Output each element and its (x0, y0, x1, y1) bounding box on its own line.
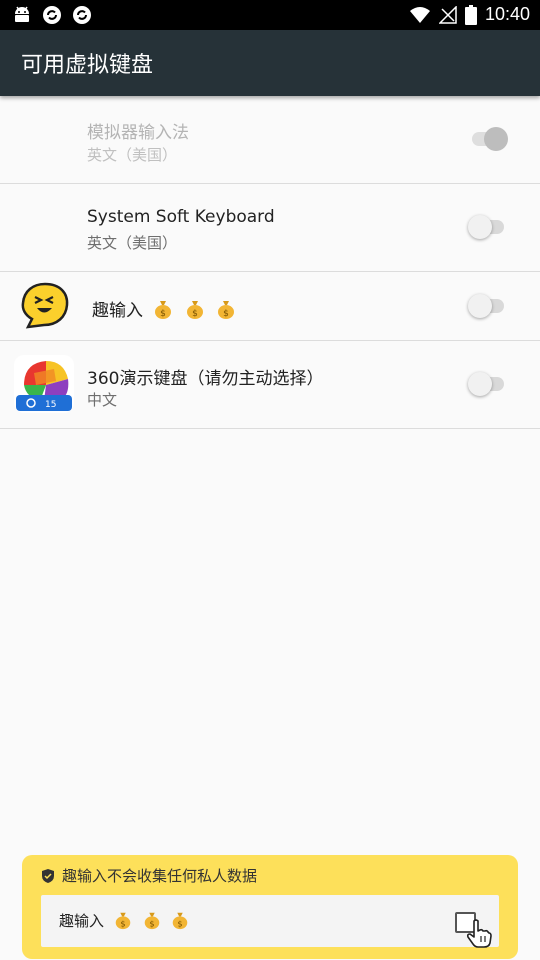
privacy-banner: 趣输入不会收集任何私人数据 趣输入 $ $ $ (22, 855, 518, 959)
shield-icon (42, 868, 54, 883)
keyboard-row-360[interactable]: 15 360演示键盘（请勿主动选择） 中文 (0, 341, 540, 429)
keyboard-name: 趣输入 $ $ $ (92, 296, 237, 321)
svg-text:$: $ (120, 918, 125, 928)
money-bag-icon: $ (115, 912, 131, 930)
wifi-icon (409, 6, 430, 23)
status-time: 10:40 (484, 4, 530, 24)
app-bar: 可用虚拟键盘 (0, 30, 540, 96)
keyboard-language: 中文 (87, 391, 118, 409)
no-signal-icon (438, 5, 457, 24)
privacy-heading: 趣输入不会收集任何私人数据 (42, 865, 257, 886)
keyboard-language: 英文（美国） (87, 234, 178, 252)
keyboard-name: 模拟器输入法 (87, 123, 189, 143)
money-bag-icon: $ (144, 912, 159, 930)
android-icon (15, 6, 29, 22)
toggle-thumb (468, 294, 492, 318)
keyboard-toggle[interactable] (468, 370, 508, 398)
money-bag-icon: $ (155, 301, 172, 319)
svg-text:$: $ (192, 309, 198, 319)
svg-text:$: $ (178, 918, 183, 928)
keyboard-name: System Soft Keyboard (87, 207, 275, 227)
status-bar: 10:40 (0, 0, 540, 30)
toggle-thumb (484, 127, 508, 151)
sync-icon (73, 6, 91, 24)
keyboard-name-text: 趣输入 (92, 301, 143, 321)
money-bag-icon: $ (173, 912, 188, 930)
battery-icon (464, 4, 477, 25)
privacy-heading-text: 趣输入不会收集任何私人数据 (62, 867, 258, 885)
svg-text:$: $ (161, 309, 167, 319)
privacy-item-label: 趣输入 $ $ $ (59, 910, 190, 931)
svg-text:$: $ (149, 918, 154, 928)
toggle-thumb (468, 215, 492, 239)
keyboard-toggle[interactable] (468, 213, 508, 241)
quinput-app-icon (21, 282, 69, 329)
keyboard-row-quinput[interactable]: 趣输入 $ $ $ (0, 272, 540, 341)
keyboard-row-system[interactable]: System Soft Keyboard 英文（美国） (0, 184, 540, 272)
keyboard-name: 360演示键盘（请勿主动选择） (87, 369, 324, 389)
svg-text:$: $ (223, 309, 229, 319)
keyboard-language: 英文（美国） (87, 146, 178, 164)
money-bag-icon: $ (186, 301, 203, 319)
360-keyboard-app-icon: 15 (14, 355, 74, 413)
privacy-item-label-text: 趣输入 (59, 912, 105, 930)
toggle-thumb (468, 372, 492, 396)
sync-icon (43, 6, 61, 24)
keyboard-row-emulator[interactable]: 模拟器输入法 英文（美国） (0, 96, 540, 184)
money-bag-icon: $ (218, 301, 235, 319)
privacy-item[interactable]: 趣输入 $ $ $ (41, 895, 499, 948)
svg-text:15: 15 (45, 400, 56, 410)
status-left-icons (12, 5, 92, 25)
status-right-icons: 10:40 (409, 4, 530, 25)
keyboard-toggle[interactable] (468, 292, 508, 320)
hand-pointer-icon (466, 919, 492, 948)
page-title: 可用虚拟键盘 (21, 53, 154, 78)
keyboard-toggle[interactable] (468, 125, 508, 153)
